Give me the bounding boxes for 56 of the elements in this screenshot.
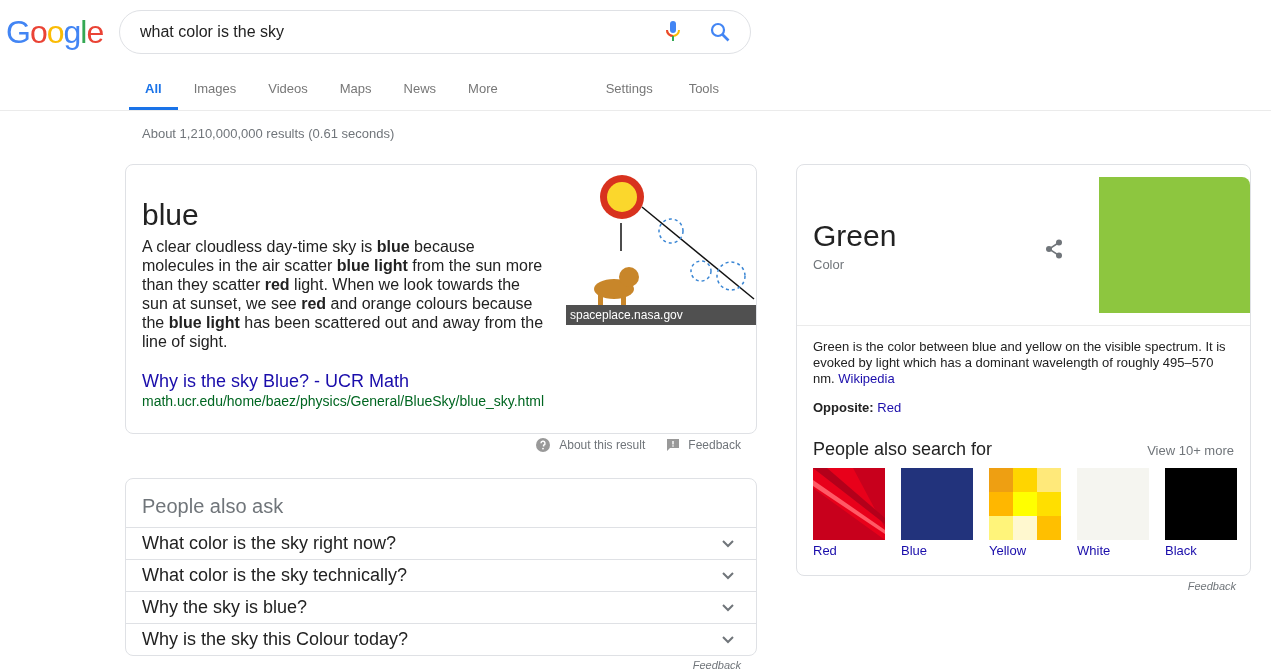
image-caption: spaceplace.nasa.gov: [566, 305, 756, 325]
microphone-icon[interactable]: [666, 21, 680, 43]
snippet-text: A clear cloudless day-time sky is blue because molecules in the air scatter blue light from the sun more than they scatter red light. When we look towards the sun at sunset, we see red and orange colours because the blue light has been scattered out and away from the line of sight.: [142, 237, 545, 351]
tools-link[interactable]: Tools: [670, 55, 737, 110]
search-tab[interactable]: More: [452, 55, 514, 110]
search-tab[interactable]: Maps: [323, 55, 388, 110]
question-row[interactable]: What color is the sky right now?: [126, 528, 756, 560]
chevron-icon: [722, 571, 734, 580]
search-field[interactable]: what color is the sky: [140, 23, 666, 41]
feedback-icon: [667, 439, 680, 451]
result-stats: About 1,210,000,000 results (0.61 seconds): [141, 125, 396, 143]
about-result-link[interactable]: About this result: [536, 438, 646, 452]
tools-link[interactable]: Settings: [587, 55, 671, 110]
result-link[interactable]: Why is the sky Blue? - UCR Math: [142, 370, 550, 392]
section-title: People also ask: [126, 479, 756, 528]
question-row[interactable]: What color is the sky technically?: [126, 560, 756, 592]
attribute-label: Opposite:: [813, 400, 874, 415]
color-swatch[interactable]: [901, 468, 973, 540]
search-tab[interactable]: Videos: [252, 55, 324, 110]
color-swatch[interactable]: [1099, 177, 1250, 313]
section-title: People also search for: [813, 439, 993, 460]
color-link[interactable]: Black: [1165, 543, 1237, 558]
entity-title: Green: [813, 219, 898, 253]
chevron-icon: [722, 539, 734, 548]
question-row[interactable]: Why is the sky this Colour today?: [126, 624, 756, 655]
feedback-link[interactable]: Feedback: [667, 438, 741, 452]
feedback-link[interactable]: Feedback: [1187, 580, 1236, 592]
color-link[interactable]: Red: [813, 543, 885, 558]
color-link[interactable]: Yellow: [989, 543, 1061, 558]
google-logo[interactable]: Google: [0, 13, 119, 51]
attribute-link[interactable]: Red: [877, 400, 902, 415]
color-link[interactable]: White: [1077, 543, 1149, 558]
color-link[interactable]: Blue: [901, 543, 973, 558]
search-tab[interactable]: All: [129, 55, 178, 110]
chevron-icon: [722, 603, 734, 612]
source-link[interactable]: Wikipedia: [838, 371, 895, 386]
result-url: math.ucr.edu/home/baez/physics/General/BlueSky/blue_sky.html: [142, 393, 546, 409]
view-more-link[interactable]: View 10+ more: [1147, 443, 1234, 458]
question-text: Why is the sky this Colour today?: [142, 629, 409, 650]
search-tab[interactable]: News: [387, 55, 453, 110]
answer-heading: blue: [142, 197, 200, 233]
chevron-icon: [722, 635, 734, 644]
question-text: What color is the sky right now?: [142, 533, 397, 554]
question-row[interactable]: Why the sky is blue?: [126, 592, 756, 624]
help-icon: [536, 438, 551, 452]
question-text: Why the sky is blue?: [142, 597, 308, 618]
entity-description: Green is the color between blue and yellow on the visible spectrum. It is evoked by light which has a dominant wavelength of roughly 495–570 nm. Wikipedia: [813, 339, 1227, 387]
search-tab[interactable]: Images: [177, 55, 253, 110]
feedback-label: Feedback: [688, 438, 741, 452]
about-label: About this result: [559, 438, 646, 452]
question-text: What color is the sky technically?: [142, 565, 408, 586]
feedback-link[interactable]: Feedback: [692, 659, 741, 670]
search-icon[interactable]: [710, 22, 730, 42]
entity-subtitle: Color: [813, 257, 846, 272]
share-icon[interactable]: [1045, 239, 1063, 259]
color-swatch[interactable]: [1165, 468, 1237, 540]
